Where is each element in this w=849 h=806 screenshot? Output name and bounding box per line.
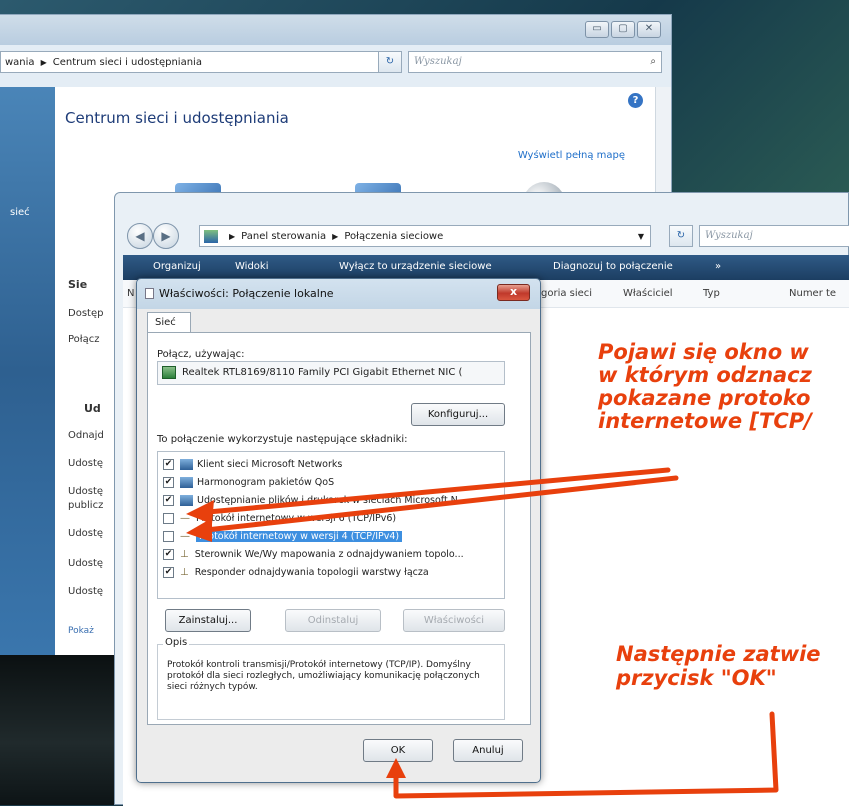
annotation-arrows — [186, 467, 779, 799]
arrowhead-ok — [386, 758, 406, 778]
arrow-to-ok — [393, 711, 779, 799]
arrowhead-ipv4 — [186, 518, 212, 542]
